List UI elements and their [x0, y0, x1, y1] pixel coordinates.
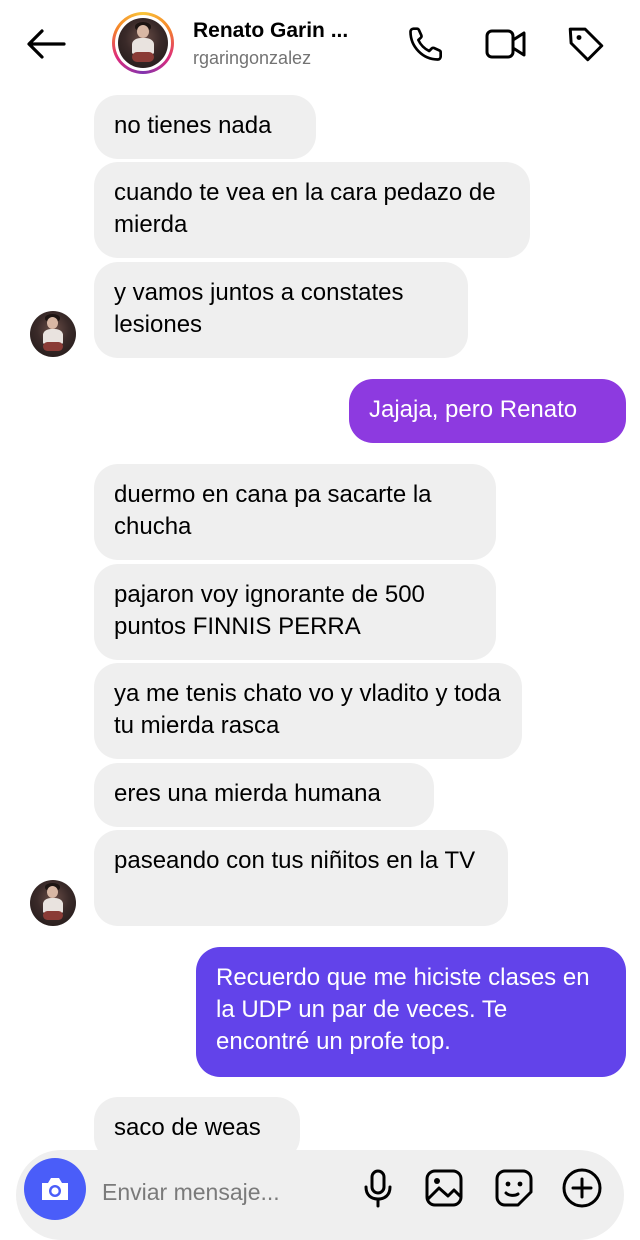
message-composer — [16, 1150, 624, 1240]
avatar-photo — [118, 18, 168, 68]
sender-avatar[interactable] — [30, 880, 76, 926]
message-received[interactable]: ya me tenis chato vo y vladito y toda tu… — [94, 663, 522, 759]
contact-username[interactable]: rgaringonzalez — [193, 48, 311, 69]
sender-avatar[interactable] — [30, 311, 76, 357]
plus-icon — [562, 1168, 602, 1208]
message-received[interactable]: no tienes nada — [94, 95, 316, 159]
microphone-icon — [364, 1169, 392, 1208]
message-received[interactable]: eres una mierda humana — [94, 763, 434, 827]
message-sent[interactable]: Jajaja, pero Renato — [349, 379, 626, 443]
chat-header: Renato Garin ... rgaringonzalez — [0, 0, 640, 88]
tag-icon — [568, 27, 604, 62]
message-sent[interactable]: Recuerdo que me hiciste clases en la UDP… — [196, 947, 626, 1077]
message-received[interactable]: pajaron voy ignorante de 500 puntos FINN… — [94, 564, 496, 660]
gallery-button[interactable] — [422, 1166, 466, 1210]
tag-button[interactable] — [564, 22, 608, 66]
back-button[interactable] — [22, 22, 70, 66]
message-received[interactable]: cuando te vea en la cara pedazo de mierd… — [94, 162, 530, 258]
video-camera-icon — [485, 29, 526, 59]
more-options-button[interactable] — [560, 1166, 604, 1210]
camera-button[interactable] — [24, 1158, 86, 1220]
sticker-icon — [495, 1169, 533, 1207]
message-received[interactable]: paseando con tus niñitos en la TV — [94, 830, 508, 926]
message-input[interactable] — [102, 1174, 292, 1210]
video-call-button[interactable] — [484, 22, 528, 66]
message-received[interactable]: duermo en cana pa sacarte la chucha — [94, 464, 496, 560]
back-arrow-icon — [27, 29, 66, 59]
sticker-button[interactable] — [492, 1166, 536, 1210]
message-received[interactable]: y vamos juntos a constates lesiones — [94, 262, 468, 358]
phone-icon — [409, 27, 442, 61]
voice-message-button[interactable] — [356, 1166, 400, 1210]
contact-avatar[interactable] — [112, 12, 174, 74]
call-button[interactable] — [404, 22, 448, 66]
contact-name[interactable]: Renato Garin ... — [193, 19, 348, 43]
image-icon — [425, 1169, 463, 1207]
